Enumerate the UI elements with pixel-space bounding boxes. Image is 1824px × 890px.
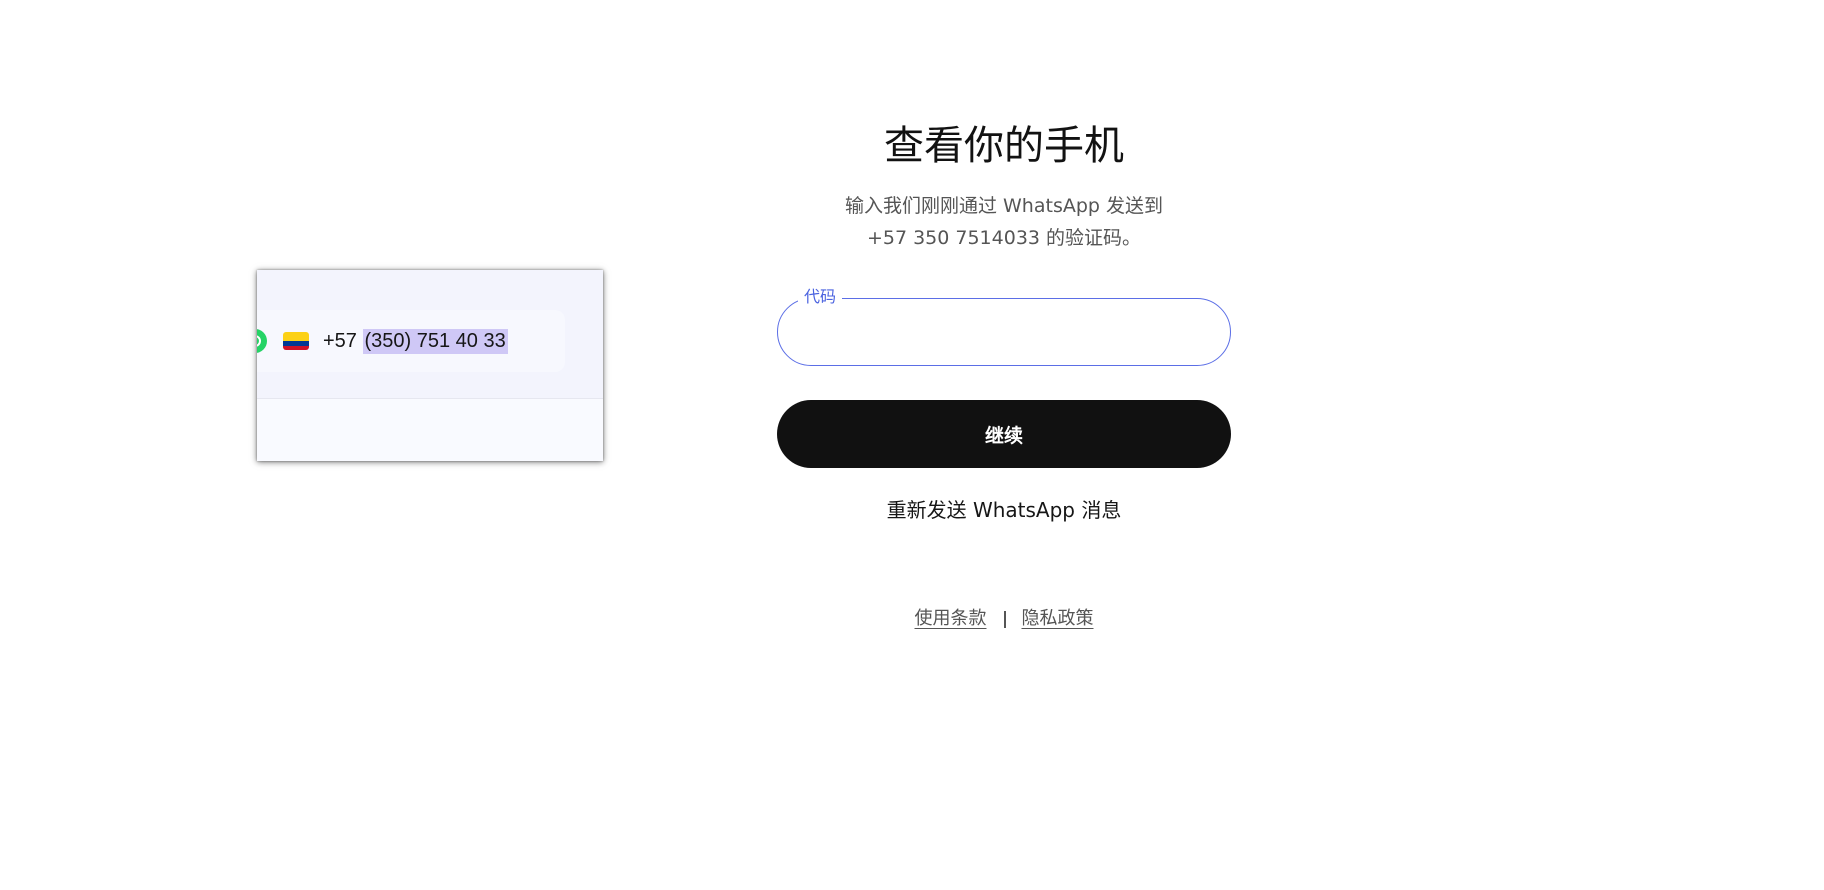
continue-button[interactable]: 继续: [777, 400, 1231, 468]
footer-divider: [1003, 610, 1006, 628]
phone-number-chip: +57 (350) 751 40 33: [257, 310, 565, 372]
phone-number-text: +57 (350) 751 40 33: [323, 329, 508, 354]
terms-link[interactable]: 使用条款: [915, 606, 987, 632]
preview-bottom-area: [257, 399, 603, 461]
footer-links: 使用条款 隐私政策: [777, 606, 1231, 632]
code-field-label: 代码: [798, 286, 843, 308]
phone-number-preview-card: +57 (350) 751 40 33: [257, 270, 603, 461]
resend-whatsapp-link[interactable]: 重新发送 WhatsApp 消息: [777, 496, 1231, 524]
country-code: +57: [323, 330, 357, 352]
phone-number-highlighted: (350) 751 40 33: [362, 329, 508, 354]
code-field[interactable]: 代码: [777, 286, 1231, 366]
whatsapp-icon: [257, 329, 267, 353]
page-title: 查看你的手机: [884, 123, 1124, 169]
privacy-link[interactable]: 隐私政策: [1022, 606, 1094, 632]
colombia-flag-icon: [283, 332, 309, 350]
code-input[interactable]: [802, 313, 1206, 353]
instructions-text: 输入我们刚刚通过 WhatsApp 发送到 +57 350 7514033 的验…: [777, 190, 1231, 254]
verification-page: +57 (350) 751 40 33 查看你的手机 输入我们刚刚通过 What…: [0, 0, 1824, 890]
instructions-line-2: +57 350 7514033 的验证码。: [866, 227, 1142, 249]
instructions-line-1: 输入我们刚刚通过 WhatsApp 发送到: [844, 195, 1164, 217]
